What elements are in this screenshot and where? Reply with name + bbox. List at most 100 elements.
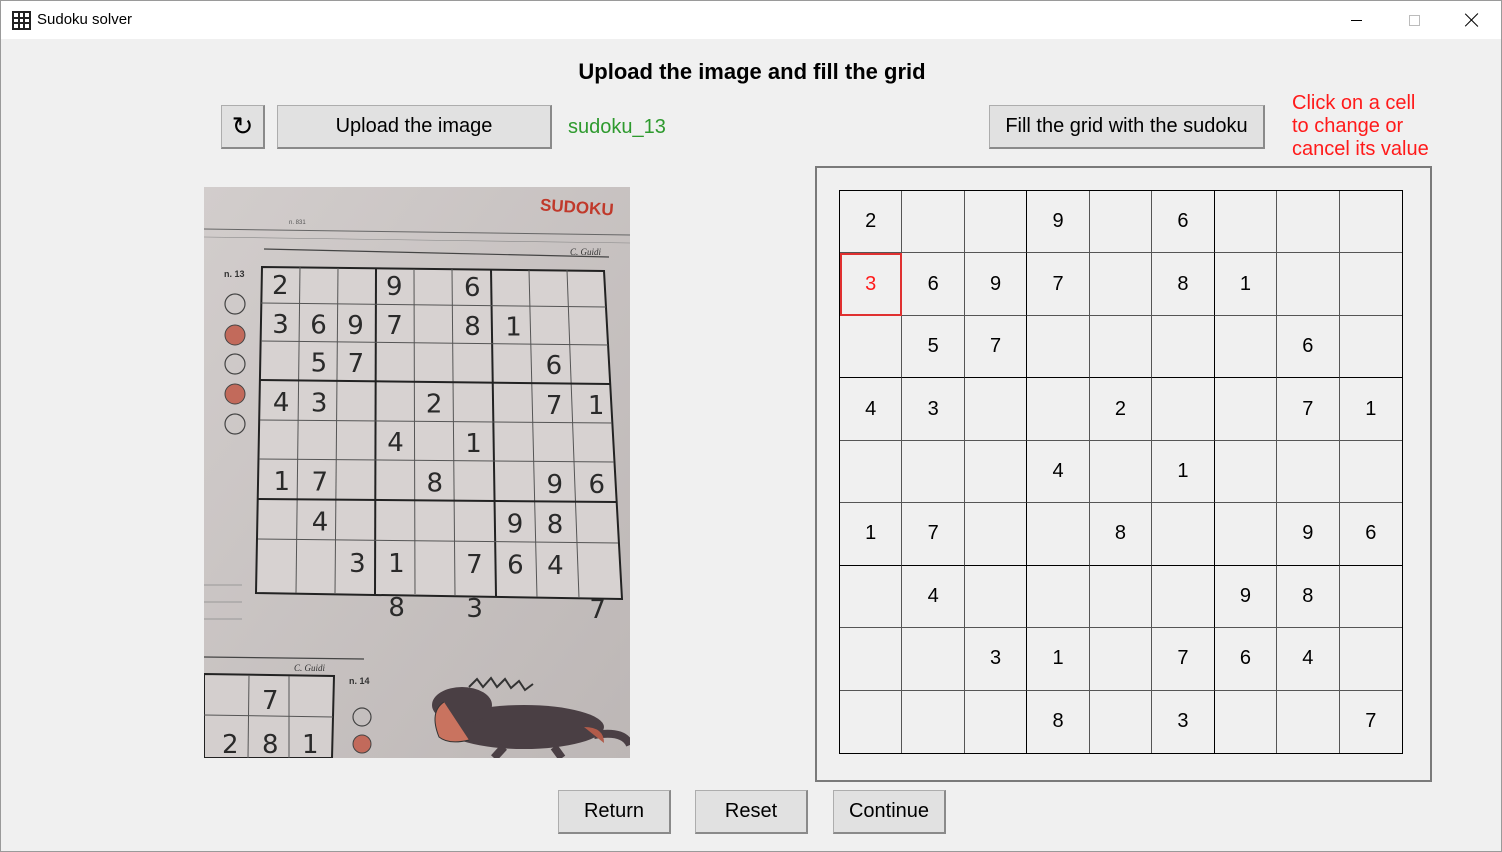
hint-line: Click on a cell	[1292, 92, 1416, 114]
grid-cell[interactable]	[964, 690, 1028, 753]
return-button[interactable]: Return	[558, 790, 671, 834]
grid-cell[interactable]	[1339, 253, 1402, 316]
grid-cell[interactable]	[902, 690, 965, 753]
grid-cell[interactable]	[1027, 503, 1090, 566]
grid-cell[interactable]: 8	[1277, 565, 1340, 629]
grid-cell[interactable]	[1152, 315, 1215, 379]
photo-digit: 1	[505, 312, 522, 342]
grid-cell[interactable]	[1214, 315, 1278, 379]
grid-cell[interactable]	[1339, 315, 1402, 379]
grid-cell[interactable]: 6	[1214, 628, 1278, 691]
grid-cell[interactable]: 3	[964, 628, 1028, 691]
grid-cell[interactable]: 2	[840, 191, 903, 254]
grid-cell[interactable]: 5	[902, 315, 965, 379]
maximize-button[interactable]	[1385, 1, 1443, 39]
grid-cell[interactable]: 7	[1277, 378, 1340, 441]
grid-cell[interactable]	[840, 565, 903, 629]
grid-cell[interactable]	[1089, 253, 1153, 316]
grid-cell[interactable]: 1	[1214, 253, 1278, 316]
grid-cell[interactable]: 4	[840, 378, 903, 441]
grid-cell[interactable]	[902, 628, 965, 691]
grid-cell[interactable]	[902, 191, 965, 254]
grid-cell[interactable]: 4	[1277, 628, 1340, 691]
grid-cell[interactable]	[1089, 315, 1153, 379]
photo-digit: 6	[589, 470, 606, 500]
grid-cell[interactable]	[1152, 378, 1215, 441]
grid-cell[interactable]: 6	[902, 253, 965, 316]
grid-cell[interactable]	[964, 378, 1028, 441]
grid-cell[interactable]	[1089, 628, 1153, 691]
grid-cell[interactable]	[1214, 440, 1278, 504]
grid-cell[interactable]: 2	[1089, 378, 1153, 441]
continue-button[interactable]: Continue	[833, 790, 946, 834]
grid-cell[interactable]: 7	[1339, 690, 1402, 753]
grid-cell[interactable]: 8	[1027, 690, 1090, 753]
grid-cell[interactable]	[1027, 315, 1090, 379]
grid-cell[interactable]	[840, 440, 903, 504]
grid-cell[interactable]: 9	[1277, 503, 1340, 566]
grid-cell[interactable]	[1339, 440, 1402, 504]
grid-cell[interactable]: 6	[1152, 191, 1215, 254]
grid-cell[interactable]	[1277, 191, 1340, 254]
grid-cell[interactable]: 3	[902, 378, 965, 441]
reset-button[interactable]: Reset	[695, 790, 808, 834]
photo-issue-label: n. 831	[289, 220, 306, 226]
minimize-button[interactable]	[1327, 1, 1385, 39]
photo-digit: 9	[386, 272, 403, 302]
grid-cell[interactable]	[1214, 191, 1278, 254]
page-title: Upload the image and fill the grid	[578, 59, 926, 84]
grid-cell[interactable]: 7	[964, 315, 1028, 379]
close-button[interactable]	[1443, 1, 1501, 39]
grid-cell[interactable]: 4	[1027, 440, 1090, 504]
grid-cell[interactable]: 9	[1214, 565, 1278, 629]
grid-cell[interactable]	[840, 690, 903, 753]
grid-cell[interactable]	[964, 191, 1028, 254]
grid-cell[interactable]	[1152, 503, 1215, 566]
grid-cell[interactable]: 1	[1152, 440, 1215, 504]
grid-cell[interactable]: 3	[1152, 690, 1215, 753]
photo-digit: 7	[386, 311, 403, 341]
grid-cell[interactable]	[1214, 503, 1278, 566]
grid-cell[interactable]: 6	[1277, 315, 1340, 379]
grid-cell[interactable]: 1	[1339, 378, 1402, 441]
grid-cell[interactable]: 9	[964, 253, 1028, 316]
grid-cell[interactable]: 7	[1027, 253, 1090, 316]
grid-cell[interactable]	[840, 628, 903, 691]
grid-cell[interactable]	[1277, 690, 1340, 753]
grid-cell[interactable]	[1339, 191, 1402, 254]
photo-digit: 6	[464, 273, 481, 303]
grid-cell[interactable]	[1027, 378, 1090, 441]
grid-cell[interactable]: 7	[1152, 628, 1215, 691]
grid-cell[interactable]	[1339, 628, 1402, 691]
grid-cell[interactable]: 1	[840, 503, 903, 566]
grid-cell[interactable]: 8	[1152, 253, 1215, 316]
grid-cell[interactable]	[1089, 191, 1153, 254]
rotate-image-button[interactable]: ↻	[221, 105, 265, 149]
grid-cell[interactable]	[964, 565, 1028, 629]
photo-next-digit: 8	[262, 730, 279, 758]
grid-cell[interactable]	[1089, 565, 1153, 629]
grid-cell[interactable]	[902, 440, 965, 504]
fill-grid-button[interactable]: Fill the grid with the sudoku	[989, 105, 1265, 149]
grid-cell[interactable]	[964, 503, 1028, 566]
grid-cell[interactable]	[1152, 565, 1215, 629]
grid-cell[interactable]	[1277, 253, 1340, 316]
grid-cell[interactable]: 6	[1339, 503, 1402, 566]
grid-cell[interactable]	[1214, 690, 1278, 753]
upload-image-button[interactable]: Upload the image	[277, 105, 552, 149]
grid-cell[interactable]	[1277, 440, 1340, 504]
grid-cell[interactable]	[1027, 565, 1090, 629]
grid-cell[interactable]: 7	[902, 503, 965, 566]
grid-cell[interactable]	[964, 440, 1028, 504]
grid-cell[interactable]: 4	[902, 565, 965, 629]
grid-cell[interactable]: 8	[1089, 503, 1153, 566]
grid-cell[interactable]: 1	[1027, 628, 1090, 691]
photo-digit: 4	[387, 428, 404, 458]
grid-cell[interactable]: 3	[840, 253, 903, 316]
grid-cell[interactable]	[840, 315, 903, 379]
grid-cell[interactable]	[1214, 378, 1278, 441]
grid-cell[interactable]	[1089, 440, 1153, 504]
grid-cell[interactable]: 9	[1027, 191, 1090, 254]
grid-cell[interactable]	[1339, 565, 1402, 629]
grid-cell[interactable]	[1089, 690, 1153, 753]
